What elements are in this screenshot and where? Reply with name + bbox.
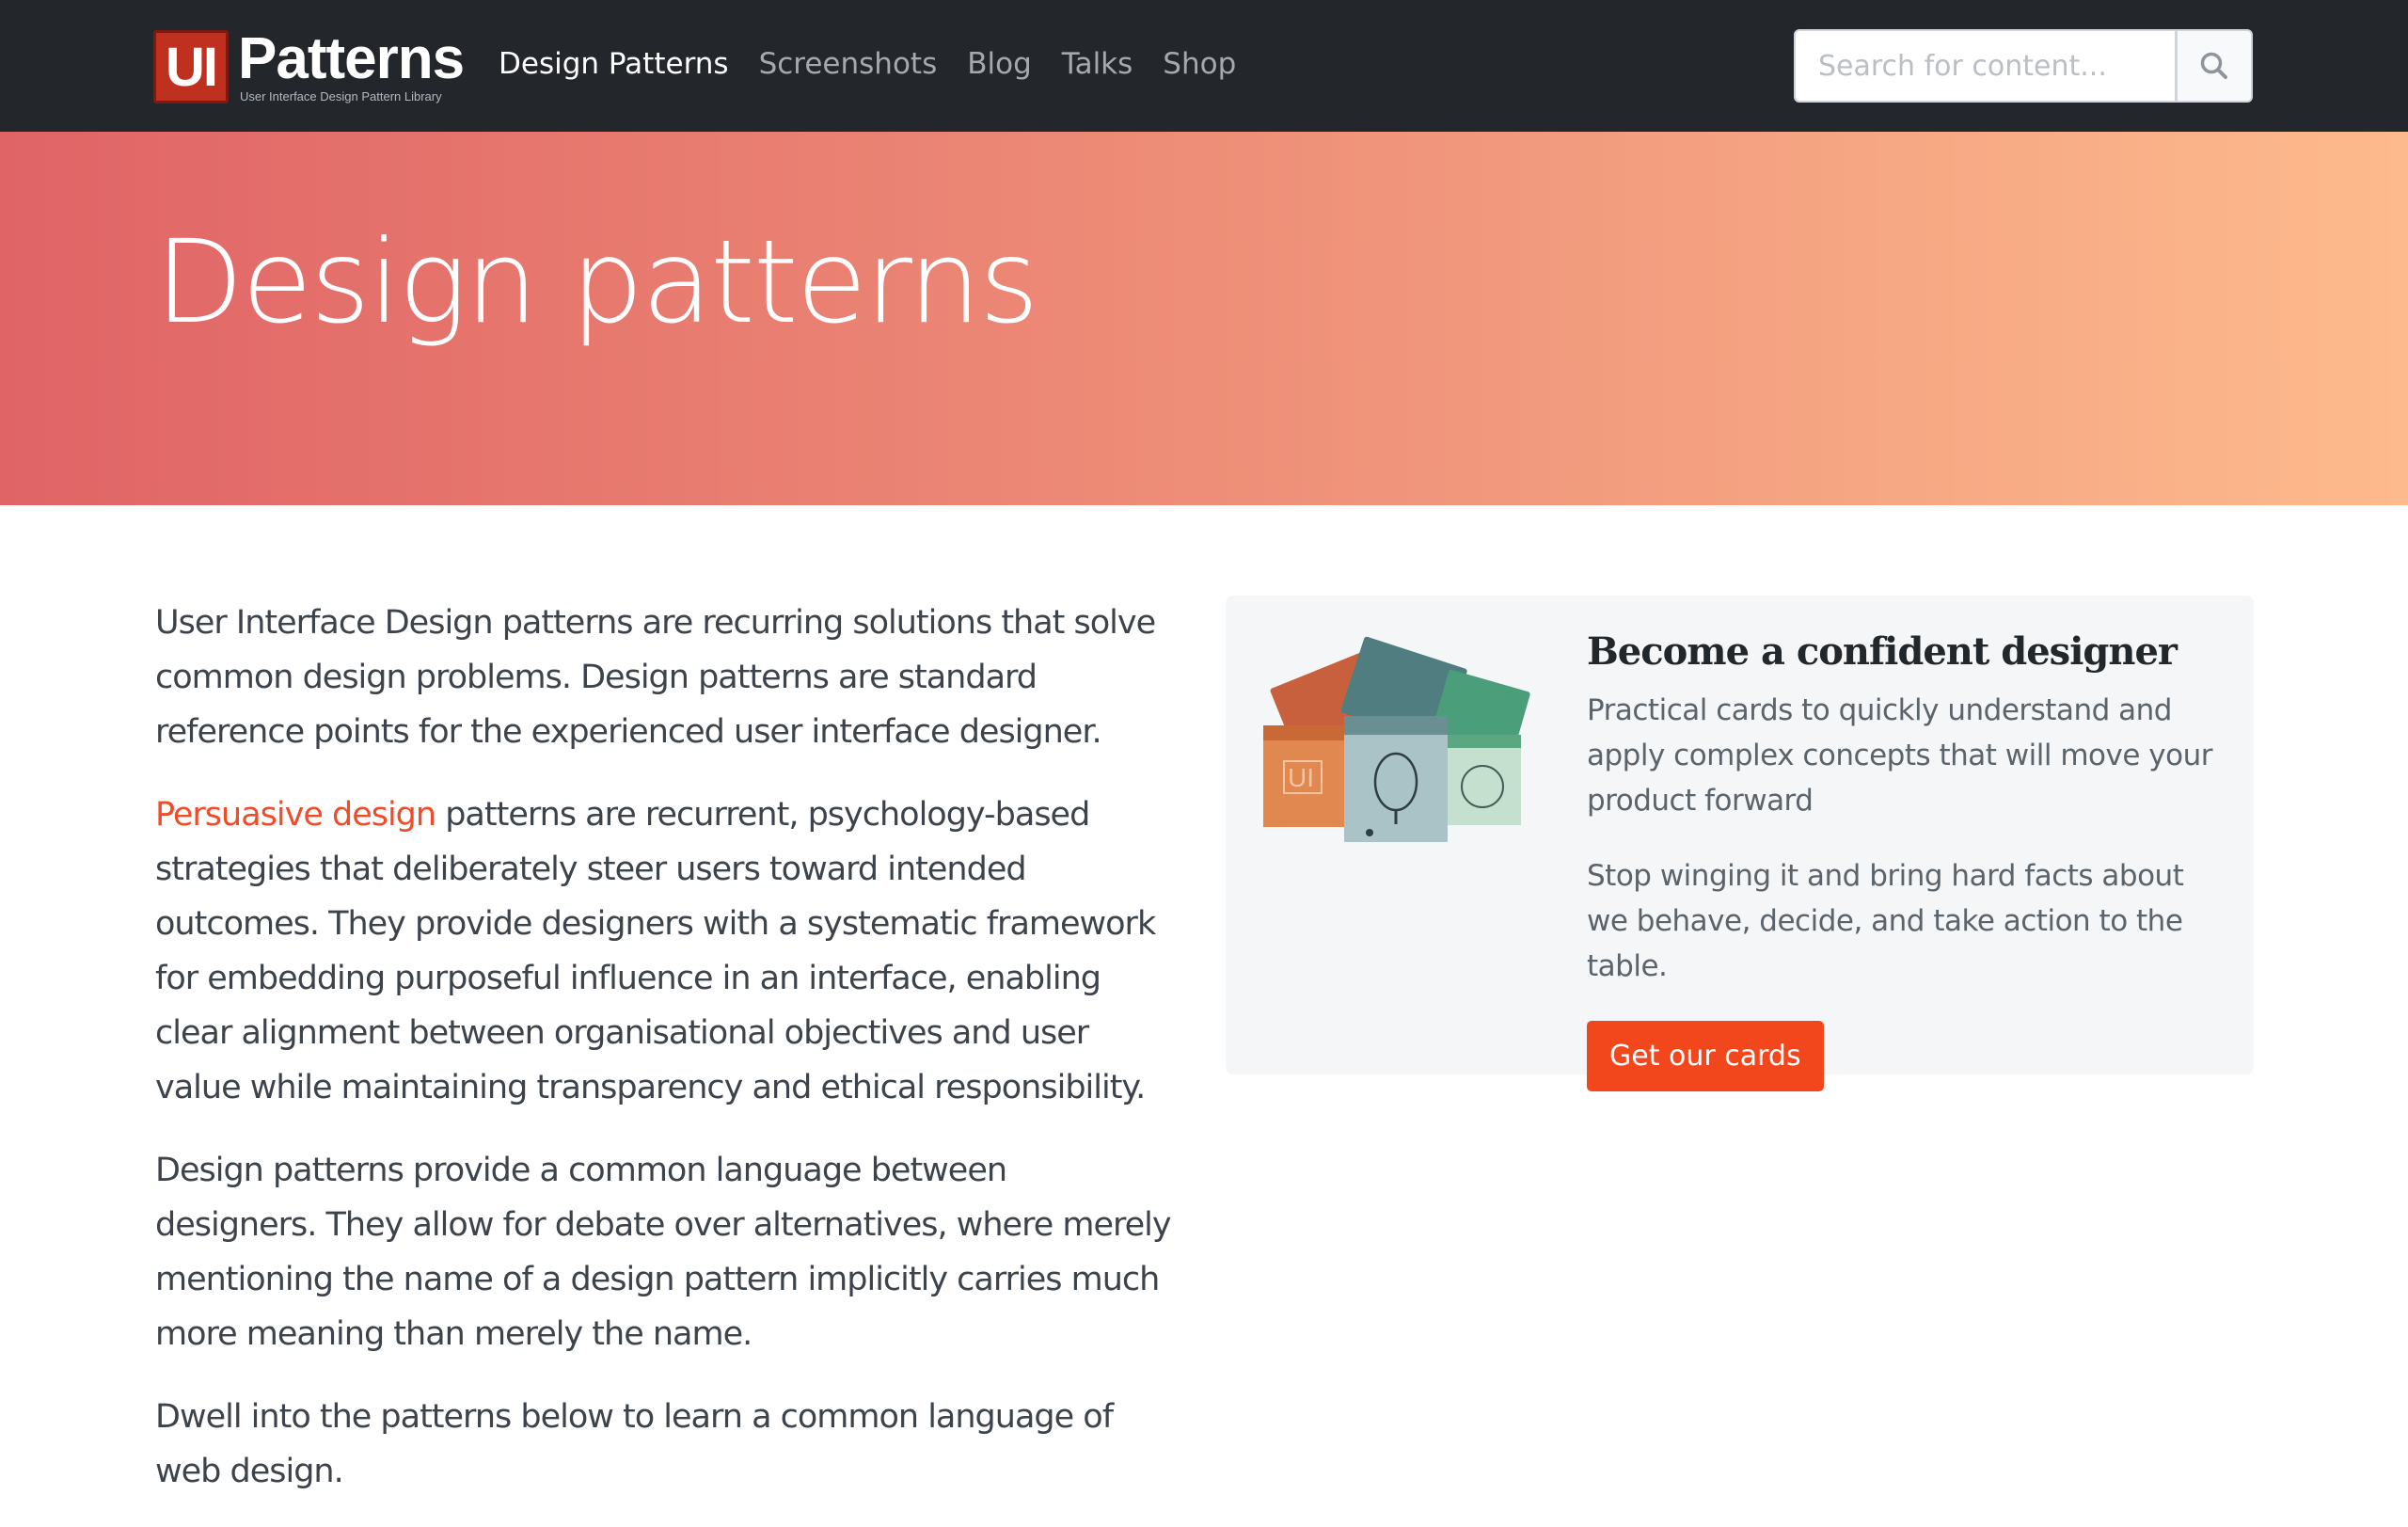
persuasive-design-link[interactable]: Persuasive design	[155, 796, 436, 834]
nav-item-talks[interactable]: Talks	[1062, 41, 1133, 87]
design-cards-image: UI	[1263, 636, 1530, 842]
logo-badge: UI	[153, 30, 229, 103]
nav-item-screenshots[interactable]: Screenshots	[759, 41, 938, 87]
logo-title: Patterns	[238, 26, 465, 91]
intro-paragraph-2: Persuasive design patterns are recurrent…	[155, 787, 1176, 1115]
nav-item-shop[interactable]: Shop	[1163, 41, 1236, 87]
search-icon	[2200, 52, 2227, 79]
promo-body: Become a confident designer Practical ca…	[1587, 624, 2226, 1091]
search-button[interactable]	[2177, 29, 2253, 103]
nav-item-blog[interactable]: Blog	[967, 41, 1032, 87]
search-input[interactable]	[1794, 29, 2177, 103]
page-title: Design patterns	[155, 215, 1039, 349]
intro-paragraph-2-text: patterns are recurrent, psychology-based…	[155, 796, 1156, 1106]
site-logo[interactable]: UI Patterns User Interface Design Patter…	[153, 26, 465, 103]
logo-text: Patterns User Interface Design Pattern L…	[238, 26, 465, 103]
logo-subtitle: User Interface Design Pattern Library	[240, 89, 442, 103]
promo-description-2: Stop winging it and bring hard facts abo…	[1587, 859, 2184, 983]
search-form	[1794, 29, 2253, 103]
intro-paragraph-4: Dwell into the patterns below to learn a…	[155, 1398, 1114, 1490]
main-nav: Design Patterns Screenshots Blog Talks S…	[499, 41, 1266, 87]
promo-title: Become a confident designer	[1587, 629, 2178, 674]
get-cards-button[interactable]: Get our cards	[1587, 1021, 1824, 1091]
nav-item-design-patterns[interactable]: Design Patterns	[499, 41, 729, 87]
intro-section: User Interface Design patterns are recur…	[155, 596, 1176, 1527]
intro-paragraph-1: User Interface Design patterns are recur…	[155, 604, 1156, 751]
hero-banner: Design patterns	[0, 132, 2408, 505]
intro-paragraph-3: Design patterns provide a common languag…	[155, 1152, 1172, 1353]
cards-promo: UI Become a confident designer Practical…	[1226, 596, 2254, 1091]
promo-description: Practical cards to quickly understand an…	[1587, 693, 2213, 818]
top-navbar: UI Patterns User Interface Design Patter…	[0, 0, 2408, 132]
cards-image-ui-label: UI	[1288, 763, 1314, 792]
